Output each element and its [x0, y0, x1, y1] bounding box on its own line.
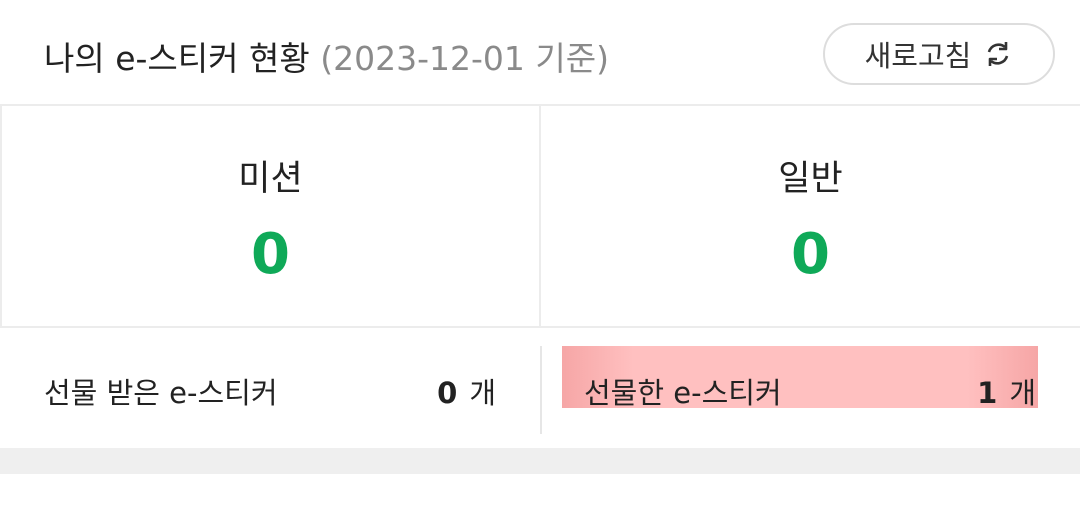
general-label: 일반 [778, 159, 843, 199]
received-count-unit: 개 [469, 376, 496, 410]
received-gifts-row[interactable]: 선물 받은 e-스티커 0개 [0, 328, 540, 448]
section-divider-band [0, 448, 1080, 474]
refresh-label: 새로고침 [864, 39, 972, 73]
mission-label: 미션 [238, 159, 303, 199]
mission-value: 0 [251, 222, 290, 287]
mission-stat[interactable]: 미션 0 [0, 106, 539, 326]
header: 나의 e-스티커 현황 (2023-12-01 기준) 새로고침 [0, 0, 1080, 104]
page-title: 나의 e-스티커 현황 (2023-12-01 기준) [44, 36, 609, 82]
sent-gifts-label: 선물한 e-스티커 [584, 376, 782, 410]
received-gifts-count: 0개 [437, 370, 496, 412]
general-stat[interactable]: 일반 0 [539, 106, 1080, 326]
gift-summary: 선물 받은 e-스티커 0개 선물한 e-스티커 1개 [0, 328, 1080, 448]
received-count-value: 0 [437, 376, 458, 410]
general-value: 0 [791, 222, 830, 287]
sent-gifts-count: 1개 [977, 370, 1036, 412]
title-text: 나의 e-스티커 현황 [44, 39, 310, 78]
sticker-stats: 미션 0 일반 0 [0, 104, 1080, 328]
gift-divider [540, 346, 542, 434]
received-gifts-label: 선물 받은 e-스티커 [44, 376, 278, 410]
date-note: (2023-12-01 기준) [320, 39, 609, 78]
refresh-icon [983, 39, 1013, 69]
refresh-button[interactable]: 새로고침 [823, 23, 1055, 85]
sent-count-value: 1 [977, 376, 998, 410]
sent-count-unit: 개 [1009, 376, 1036, 410]
sent-gifts-row[interactable]: 선물한 e-스티커 1개 [562, 346, 1038, 410]
e-sticker-status-page: 나의 e-스티커 현황 (2023-12-01 기준) 새로고침 미션 0 일반… [0, 0, 1080, 528]
